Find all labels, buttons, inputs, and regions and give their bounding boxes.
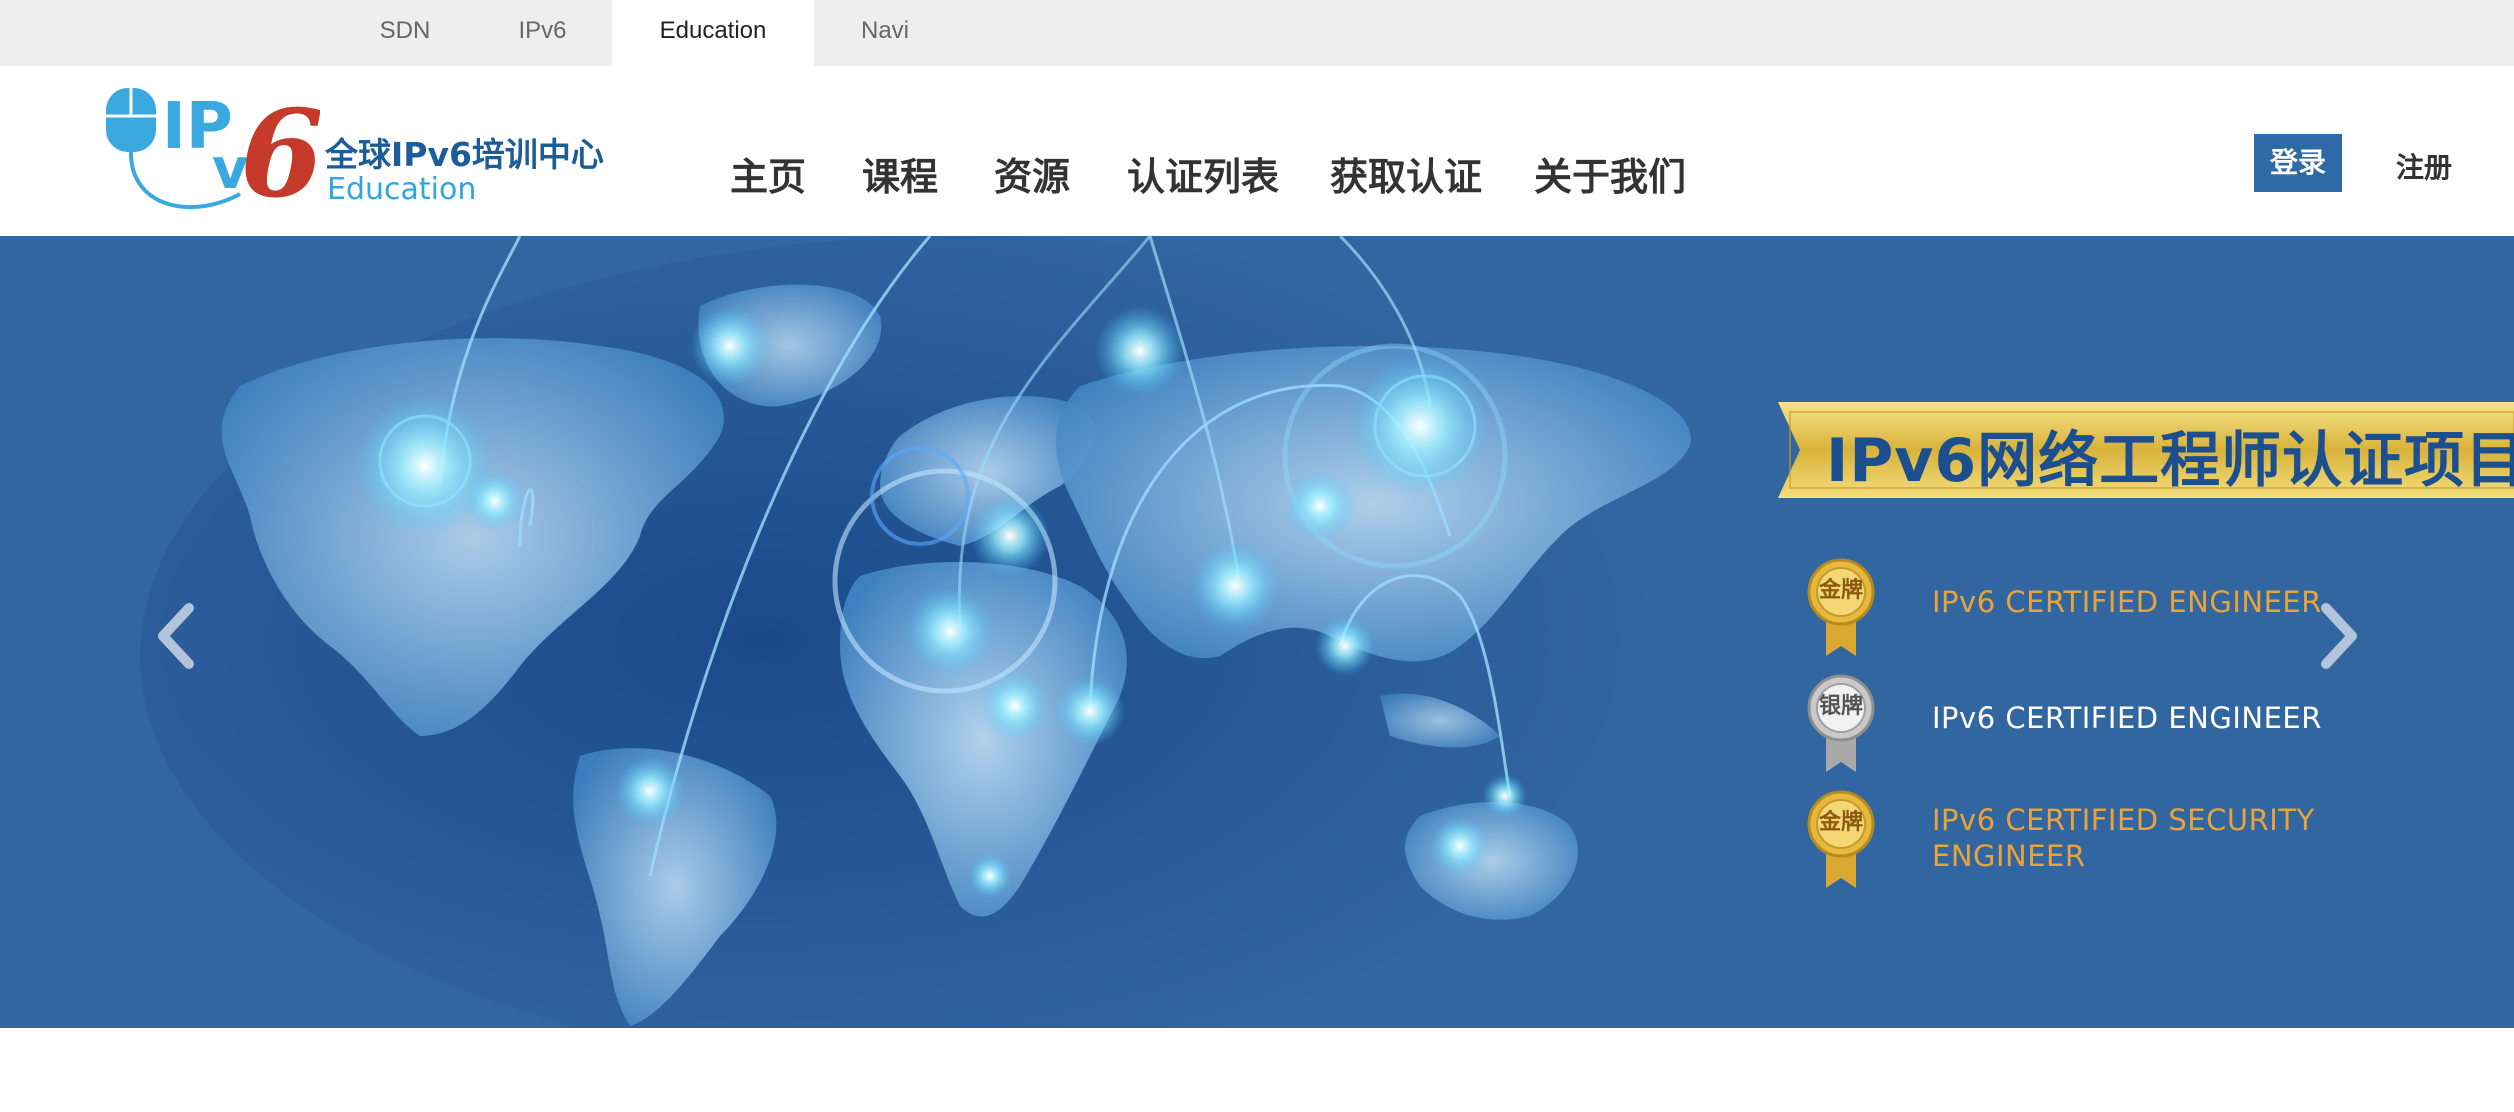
- ribbon-title: IPv6网络工程师认证项目: [1826, 426, 2514, 496]
- cert-item-silver-engineer: 银牌 IPv6 CERTIFIED ENGINEER: [1806, 674, 2514, 774]
- carousel-prev-button[interactable]: [145, 596, 205, 676]
- site-tab-education[interactable]: Education: [612, 0, 814, 66]
- nav-item-about[interactable]: 关于我们: [1534, 146, 1686, 201]
- silver-medal-icon: 银牌: [1806, 674, 1876, 774]
- hero-carousel: IPv6网络工程师认证项目 金牌 IPv6 CERTIFIED ENGINEER…: [0, 236, 2514, 1028]
- medal-label: 金牌: [1818, 578, 1863, 603]
- nav-item-home[interactable]: 主页: [730, 146, 806, 201]
- logo-mark-icon: IP v 6: [106, 84, 324, 225]
- svg-text:6: 6: [240, 84, 320, 225]
- medal-label: 金牌: [1818, 810, 1863, 835]
- cert-label: IPv6 CERTIFIED ENGINEER: [1932, 585, 2322, 619]
- gold-medal-icon: 金牌: [1806, 790, 1876, 890]
- carousel-next-button[interactable]: [2310, 596, 2370, 676]
- register-link[interactable]: 注册: [2396, 146, 2452, 186]
- chevron-left-icon: [158, 603, 194, 669]
- cert-label: IPv6 CERTIFIED ENGINEER: [1932, 701, 2322, 735]
- gold-medal-icon: 金牌: [1806, 558, 1876, 658]
- site-switcher-bar: SDN IPv6 Education Navi: [0, 0, 2514, 66]
- site-logo[interactable]: IP v 6 全球IPv6培训中心 Education: [100, 76, 604, 226]
- cert-label: IPv6 CERTIFIED SECURITY ENGINEER: [1932, 802, 2315, 874]
- logo-en-title: Education: [327, 172, 477, 207]
- cert-label-line: IPv6 CERTIFIED SECURITY: [1932, 803, 2315, 837]
- site-tab-sdn[interactable]: SDN: [350, 0, 460, 66]
- medal-label: 银牌: [1818, 694, 1863, 719]
- login-button[interactable]: 登录: [2254, 134, 2342, 192]
- cert-item-gold-engineer: 金牌 IPv6 CERTIFIED ENGINEER: [1806, 558, 2514, 658]
- site-tab-ipv6[interactable]: IPv6: [490, 0, 595, 66]
- nav-item-courses[interactable]: 课程: [862, 146, 938, 201]
- site-header: IP v 6 全球IPv6培训中心 Education 主页 课程 资源 认证列…: [0, 66, 2514, 236]
- chevron-right-icon: [2321, 603, 2357, 669]
- nav-item-resources[interactable]: 资源: [994, 146, 1070, 201]
- cert-item-gold-security-engineer: 金牌 IPv6 CERTIFIED SECURITY ENGINEER: [1806, 790, 2514, 890]
- nav-item-get-cert[interactable]: 获取认证: [1330, 146, 1482, 201]
- logo-cn-title: 全球IPv6培训中心: [325, 135, 604, 174]
- cert-label-line: ENGINEER: [1932, 839, 2086, 873]
- site-tab-navi[interactable]: Navi: [830, 0, 940, 66]
- nav-item-cert-list[interactable]: 认证列表: [1127, 146, 1279, 201]
